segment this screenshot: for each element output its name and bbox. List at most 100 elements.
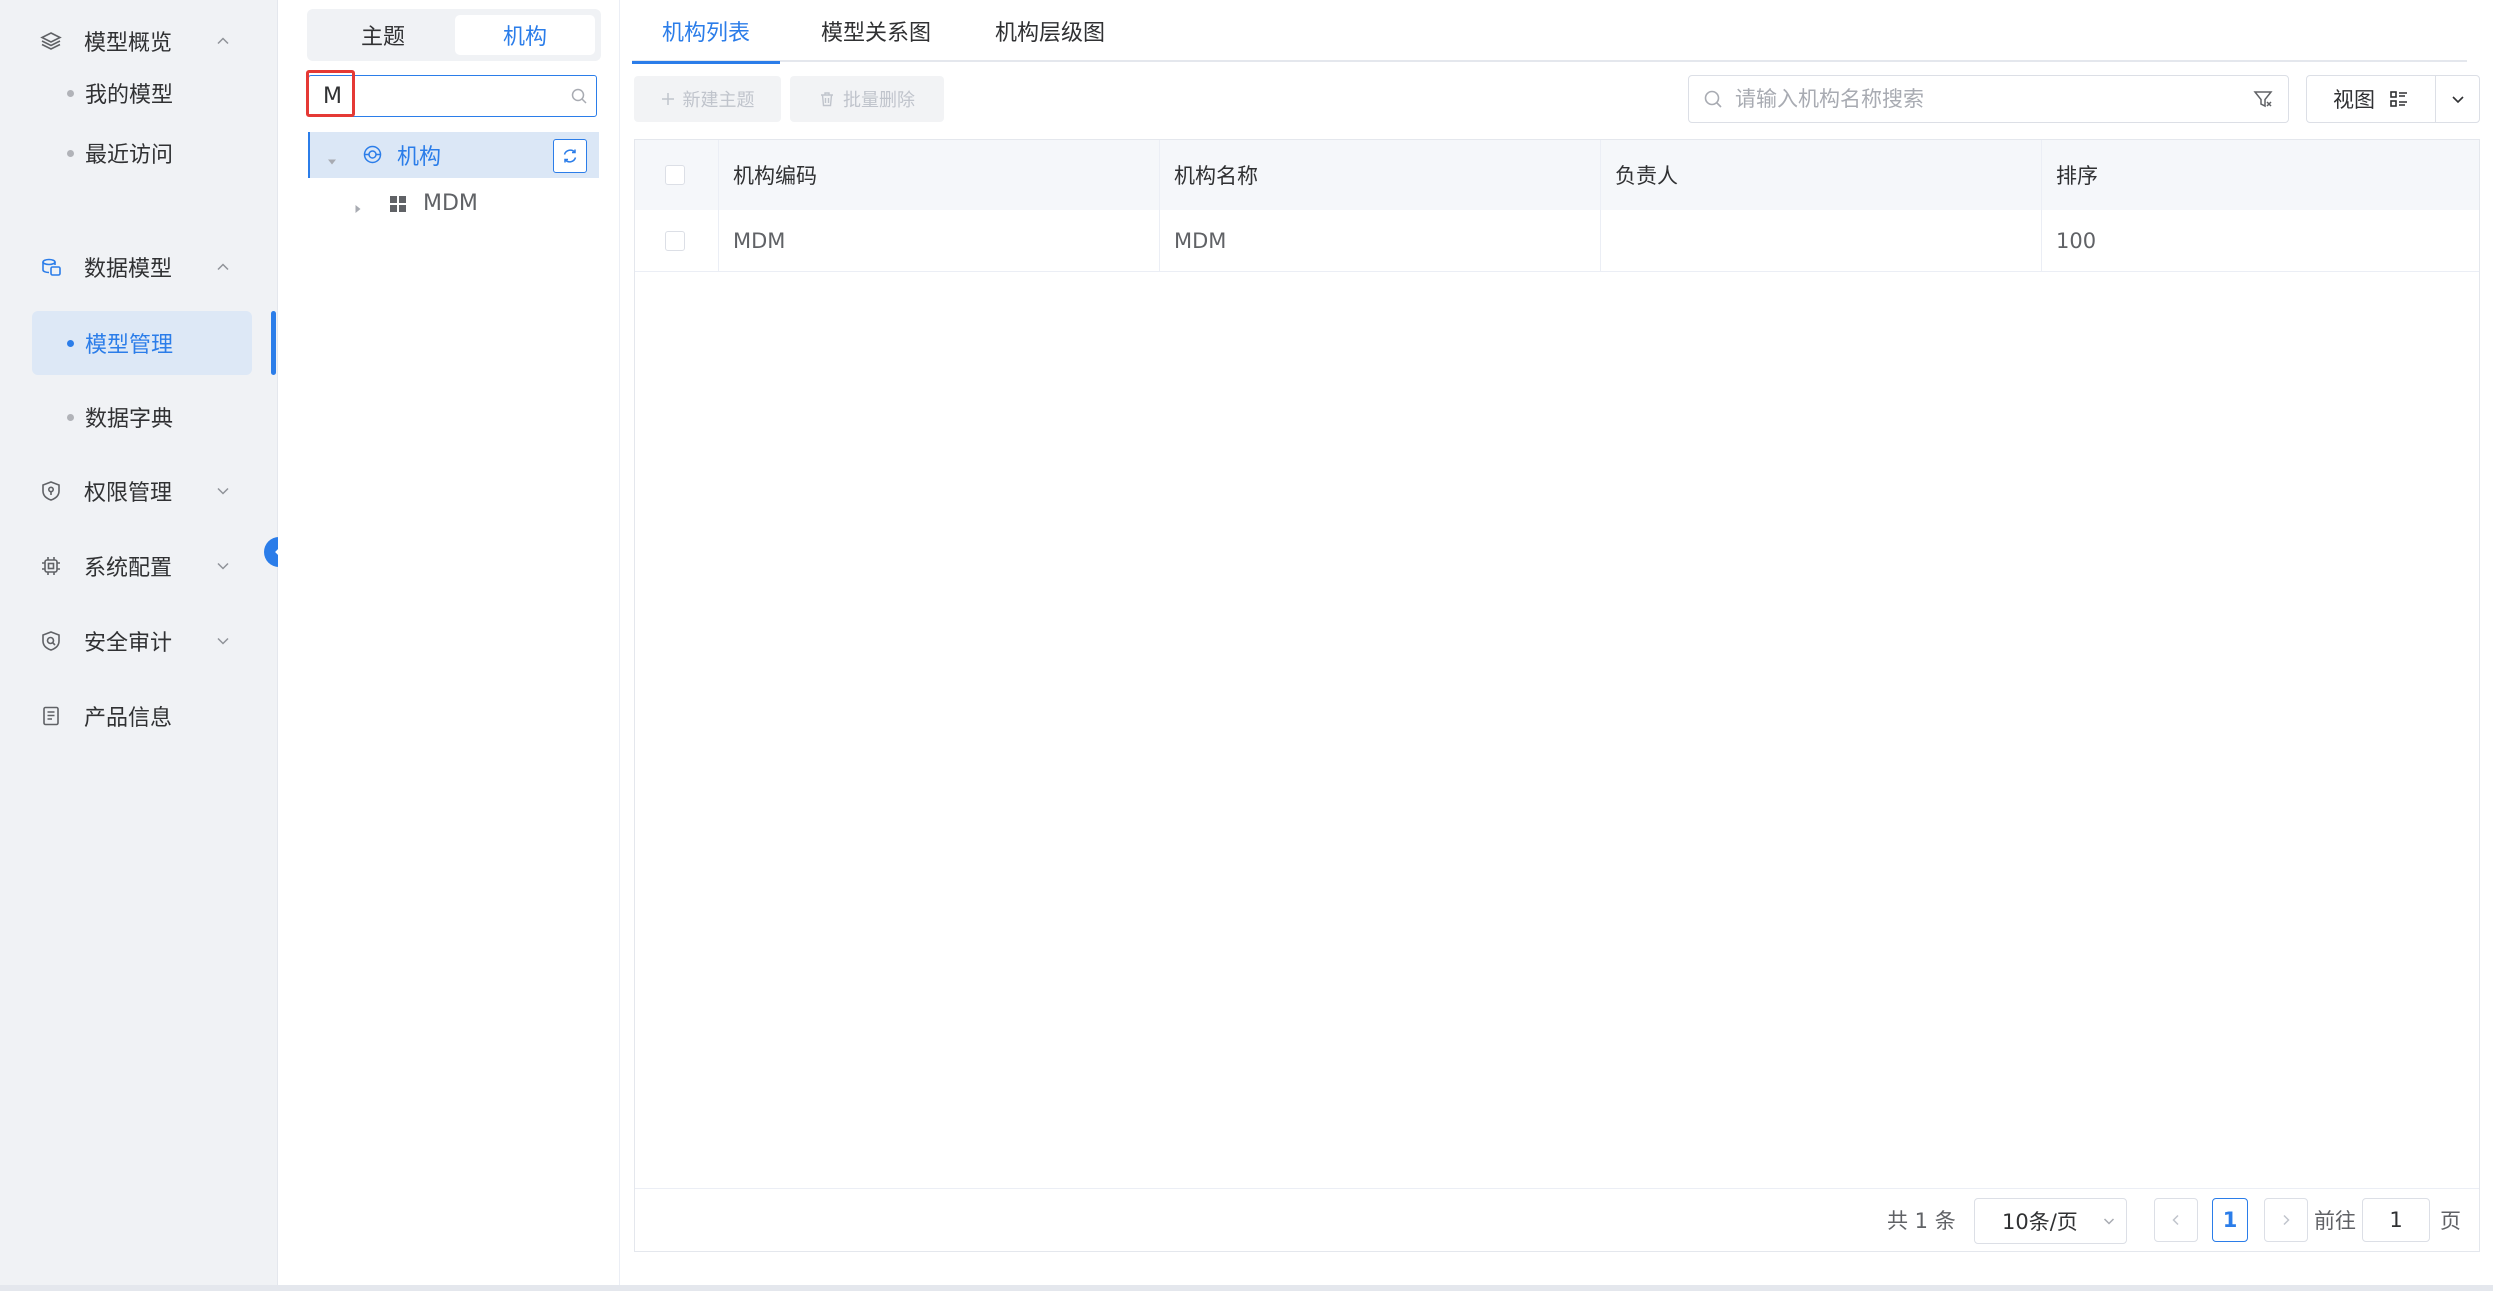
- layers-icon: [38, 28, 64, 54]
- nav-group-security-audit[interactable]: 安全审计: [0, 611, 278, 671]
- pagination: 共 1 条 10条/页 1 前往 页: [635, 1188, 2479, 1251]
- nav-group-label: 数据模型: [84, 257, 173, 282]
- goto-suffix: 页: [2440, 1209, 2461, 1233]
- next-page-button[interactable]: [2264, 1198, 2308, 1242]
- checkbox[interactable]: [665, 165, 685, 185]
- database-icon: [38, 254, 64, 280]
- tree-node-mdm[interactable]: MDM: [308, 180, 597, 226]
- chevron-left-icon: [2172, 1214, 2179, 1226]
- tab-org-list[interactable]: 机构列表: [632, 0, 780, 64]
- tree-search-input[interactable]: [323, 76, 563, 116]
- bullet-icon: [67, 149, 74, 157]
- chevron-down-icon: [214, 632, 232, 650]
- chevron-down-icon: [214, 557, 232, 575]
- header-select-all[interactable]: [635, 140, 718, 210]
- active-indicator: [271, 311, 276, 375]
- chevron-up-icon: [214, 32, 232, 50]
- caret-right-icon: [352, 196, 364, 221]
- column-header-order[interactable]: 排序: [2041, 140, 2479, 210]
- sidebar-item-label: 我的模型: [85, 83, 174, 108]
- document-icon: [38, 703, 64, 729]
- nav-group-label: 系统配置: [84, 556, 173, 581]
- bullet-icon: [67, 339, 74, 347]
- refresh-button[interactable]: [553, 139, 587, 173]
- view-dropdown-button[interactable]: [2435, 75, 2480, 123]
- tree-search-field[interactable]: [308, 75, 597, 117]
- nav-group-system-config[interactable]: 系统配置: [0, 536, 278, 596]
- shield-key-icon: [38, 478, 64, 504]
- bullet-icon: [67, 89, 74, 97]
- sidebar-item-recent[interactable]: 最近访问: [32, 121, 252, 185]
- shield-audit-icon: [38, 628, 64, 654]
- search-icon: [570, 87, 588, 109]
- cell-code: MDM: [733, 228, 786, 253]
- sidebar-item-my-models[interactable]: 我的模型: [32, 61, 252, 125]
- sidebar-item-label: 最近访问: [85, 143, 174, 168]
- chevron-down-icon: [214, 482, 232, 500]
- view-button[interactable]: 视图: [2306, 75, 2436, 123]
- tab-org[interactable]: 机构: [455, 15, 595, 55]
- table-header: 机构编码 机构名称 负责人 排序: [635, 140, 2479, 211]
- chip-icon: [38, 553, 64, 579]
- page-number-button[interactable]: 1: [2212, 1198, 2248, 1242]
- tree-node-root[interactable]: 机构: [308, 132, 599, 178]
- cell-order: 100: [2056, 228, 2097, 253]
- prev-page-button[interactable]: [2154, 1198, 2198, 1242]
- bottom-divider: [0, 1285, 2493, 1291]
- column-header-code[interactable]: 机构编码: [718, 140, 1159, 210]
- chevron-right-icon: [2283, 1214, 2290, 1226]
- trash-icon: [821, 92, 833, 107]
- batch-delete-button[interactable]: 批量删除: [790, 76, 944, 122]
- caret-down-icon: [326, 149, 338, 174]
- cell-owner: [1600, 210, 2041, 271]
- org-search-input[interactable]: [1735, 76, 2215, 122]
- nav-group-label: 安全审计: [84, 631, 173, 656]
- table-row[interactable]: MDM MDM 100: [635, 210, 2479, 272]
- checkbox[interactable]: [665, 230, 685, 251]
- chevron-down-icon: [2451, 96, 2464, 104]
- page-size-select[interactable]: 10条/页: [1974, 1198, 2127, 1244]
- nav-group-permission[interactable]: 权限管理: [0, 461, 278, 521]
- sidebar-item-label: 模型管理: [85, 333, 174, 358]
- org-table: 机构编码 机构名称 负责人 排序 MDM MDM 100 共 1 条 10条/页…: [634, 139, 2480, 1252]
- nav-group-product-info[interactable]: 产品信息: [0, 686, 278, 746]
- filter-icon[interactable]: [2252, 88, 2274, 114]
- button-label: 视图: [2333, 88, 2375, 112]
- main-tabs: 机构列表 模型关系图 机构层级图: [632, 0, 2467, 64]
- tab-model-relation[interactable]: 模型关系图: [806, 0, 946, 62]
- tab-topic[interactable]: 主题: [313, 15, 453, 55]
- chevron-up-icon: [214, 258, 232, 276]
- sidebar-item-data-dictionary[interactable]: 数据字典: [32, 385, 252, 449]
- refresh-icon: [563, 149, 577, 163]
- page-size-value: 10条/页: [2002, 1210, 2078, 1234]
- nav-group-label: 模型概览: [84, 31, 173, 56]
- org-icon: [362, 144, 383, 171]
- tab-org-hierarchy[interactable]: 机构层级图: [970, 0, 1130, 62]
- bullet-icon: [67, 413, 74, 421]
- search-icon: [1703, 89, 1723, 113]
- nav-group-label: 权限管理: [84, 481, 173, 506]
- goto-prefix: 前往: [2314, 1209, 2356, 1233]
- button-label: 批量删除: [843, 90, 915, 111]
- plus-icon: [661, 93, 674, 105]
- tree-node-label: 机构: [397, 145, 442, 170]
- sidebar: 模型概览 我的模型 最近访问 数据模型 模型管理 数据字典 权限管理 系统配置 …: [0, 0, 278, 1291]
- row-select[interactable]: [635, 210, 718, 271]
- total-count: 共 1 条: [1887, 1209, 1956, 1233]
- goto-page-input[interactable]: [2362, 1198, 2430, 1242]
- new-topic-button[interactable]: 新建主题: [634, 76, 781, 122]
- list-view-icon: [2390, 91, 2407, 107]
- column-header-name[interactable]: 机构名称: [1159, 140, 1600, 210]
- nav-group-data-model[interactable]: 数据模型: [0, 237, 278, 297]
- sidebar-item-label: 数据字典: [85, 407, 174, 432]
- button-label: 新建主题: [682, 90, 755, 111]
- tree-node-label: MDM: [423, 190, 478, 216]
- cell-name: MDM: [1174, 228, 1227, 253]
- grid-icon: [389, 194, 407, 219]
- sidebar-item-model-management[interactable]: 模型管理: [32, 311, 252, 375]
- nav-group-label: 产品信息: [84, 706, 173, 731]
- tree-type-switch: 主题 机构: [307, 9, 601, 61]
- org-search-field[interactable]: [1688, 75, 2289, 123]
- chevron-down-icon: [2103, 1218, 2115, 1225]
- column-header-owner[interactable]: 负责人: [1600, 140, 2041, 210]
